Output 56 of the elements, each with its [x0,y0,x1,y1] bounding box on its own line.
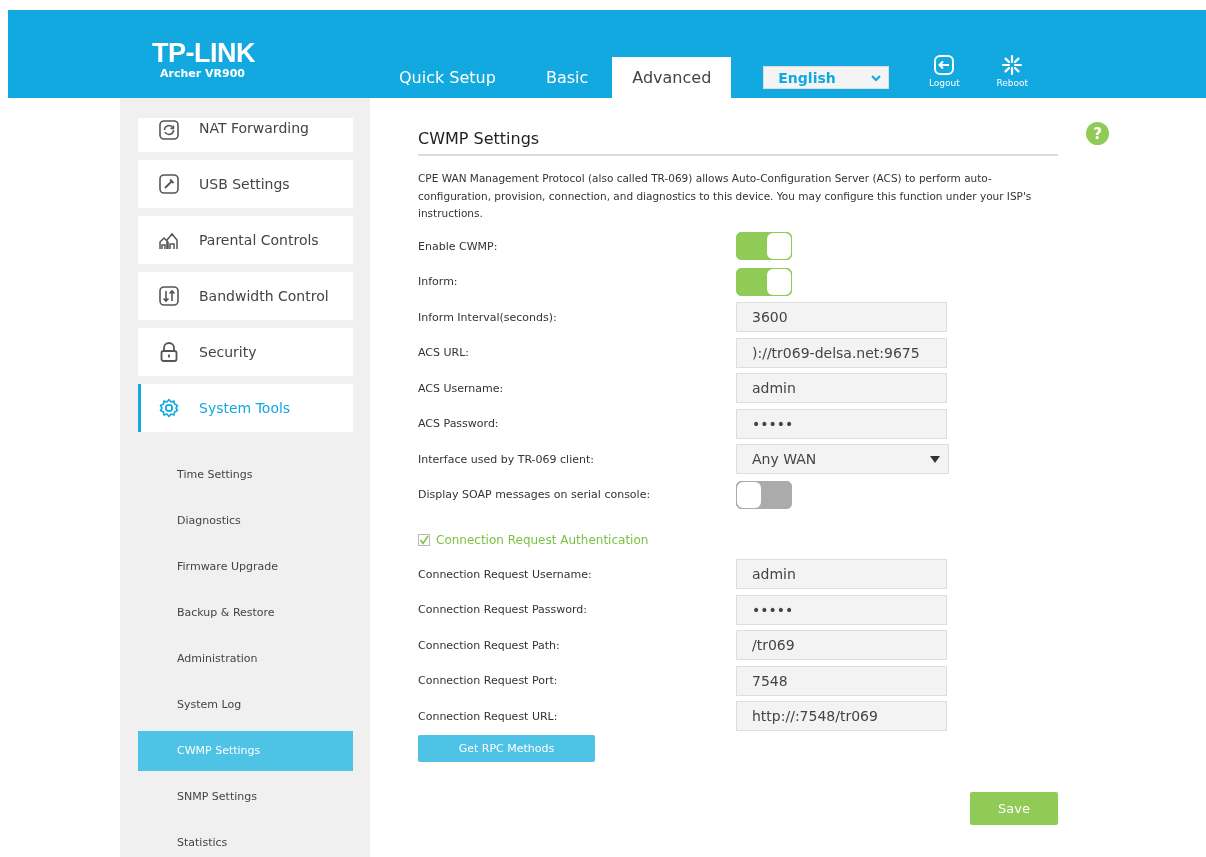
refresh-icon [159,120,179,140]
check-icon [419,534,429,545]
checkbox-label: Connection Request Authentication [436,532,649,547]
input-field[interactable]: http://:7548/tr069 [736,701,947,732]
submenu-item[interactable]: Time Settings [138,455,353,495]
field-label: ACS URL: [418,346,471,360]
field-label: Display SOAP messages on serial console: [418,488,652,502]
submenu-item[interactable]: Statistics [138,823,353,857]
toggle-switch[interactable] [736,232,792,261]
sparkle-icon [1001,54,1024,76]
submenu-item[interactable]: System Log [138,685,353,725]
field-label: Connection Request Path: [418,638,561,652]
field-label: Connection Request URL: [418,709,559,723]
input-field[interactable]: ••••• [736,408,947,439]
input-field[interactable]: /tr069 [736,630,947,661]
model-name: Archer VR900 [159,66,246,80]
submenu-item[interactable]: Firmware Upgrade [138,547,353,587]
plug-icon [159,174,179,194]
field-label: Inform: [418,275,459,289]
submenu-item[interactable]: Diagnostics [138,501,353,541]
input-field[interactable]: admin [736,559,947,590]
nav-tab[interactable]: Advanced [612,57,732,98]
input-field[interactable]: 7548 [736,665,947,696]
padlock-icon [159,342,179,362]
houses-icon [159,230,179,250]
sidebar-menu-item[interactable]: Bandwidth Control [138,272,353,320]
field-label: ACS Username: [418,381,505,395]
field-label: Connection Request Port: [418,674,559,688]
sidebar-menu-item[interactable]: Security [138,328,353,376]
submenu-item[interactable]: Backup & Restore [138,593,353,633]
dropdown-field[interactable]: Any WAN [736,444,949,475]
caret-icon [930,455,940,463]
input-field[interactable]: admin [736,373,947,404]
input-field[interactable]: )://tr069-delsa.net:9675 [736,337,947,368]
gear-icon [159,398,179,418]
description-text: CPE WAN Management Protocol (also called TR-069) allows Auto-Configuration Server (ACS) to perform auto-configuration, provision, connection, and diagnostics to this device. You may configure this function under your ISP's instructions. [418,171,1033,221]
field-label: Connection Request Password: [418,603,588,617]
page-title: CWMP Settings [418,129,1058,156]
sidebar-menu-item[interactable]: USB Settings [138,160,353,208]
up-down-arrows-icon [159,286,179,306]
checkbox[interactable] [418,533,430,546]
toggle-switch[interactable] [736,480,792,509]
brand-logo: TP-LINK [152,38,256,67]
input-field[interactable]: 3600 [736,302,947,333]
field-label: ACS Password: [418,417,500,431]
sidebar-menu-item[interactable]: Parental Controls [138,216,353,264]
chevron-down-icon [870,73,883,82]
sidebar-menu-item[interactable]: NAT Forwarding [138,118,353,152]
field-label: Connection Request Username: [418,567,593,581]
submenu-item[interactable]: Administration [138,639,353,679]
field-label: Inform Interval(seconds): [418,310,558,324]
field-label: Enable CWMP: [418,239,499,253]
input-field[interactable]: ••••• [736,594,947,625]
submenu-item[interactable]: SNMP Settings [138,777,353,817]
field-label: Interface used by TR-069 client: [418,452,595,466]
toggle-switch[interactable] [736,267,792,296]
